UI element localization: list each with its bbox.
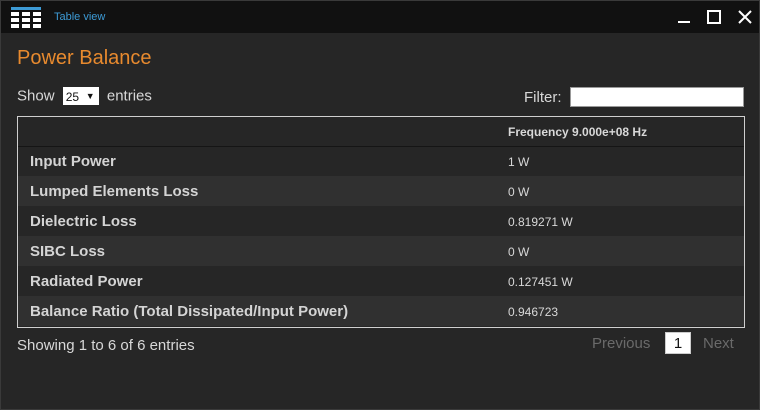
- row-value: 0 W: [508, 185, 529, 199]
- row-label: Lumped Elements Loss: [30, 183, 198, 200]
- table-row: Input Power 1 W: [18, 146, 744, 176]
- table-row: Lumped Elements Loss 0 W: [18, 176, 744, 206]
- entries-select[interactable]: 25 ▼: [63, 87, 99, 105]
- row-label: Input Power: [30, 153, 116, 170]
- window-title: Table view: [54, 11, 105, 23]
- table-row: Balance Ratio (Total Dissipated/Input Po…: [18, 296, 744, 326]
- row-value: 0.127451 W: [508, 275, 573, 289]
- table-header: Frequency 9.000e+08 Hz: [18, 117, 744, 147]
- dropdown-arrow-icon: ▼: [86, 87, 95, 105]
- table-row: Radiated Power 0.127451 W: [18, 266, 744, 296]
- previous-page-button[interactable]: Previous: [592, 335, 650, 352]
- filter-label: Filter:: [524, 89, 562, 106]
- content-area: Power Balance Show 25 ▼ entries Filter: …: [1, 33, 759, 405]
- row-value: 0.819271 W: [508, 215, 573, 229]
- close-icon[interactable]: [734, 7, 756, 27]
- entries-label: entries: [107, 88, 152, 105]
- table-row: SIBC Loss 0 W: [18, 236, 744, 266]
- row-label: Radiated Power: [30, 273, 143, 290]
- entries-select-value: 25: [66, 90, 79, 104]
- page-title: Power Balance: [17, 47, 152, 70]
- power-balance-table: Frequency 9.000e+08 Hz Input Power 1 W L…: [17, 116, 745, 328]
- row-value: 0 W: [508, 245, 529, 259]
- table-grid-icon: [11, 7, 41, 29]
- column-header-frequency[interactable]: Frequency 9.000e+08 Hz: [508, 125, 647, 139]
- row-label: Dielectric Loss: [30, 213, 137, 230]
- row-value: 0.946723: [508, 305, 558, 319]
- next-page-button[interactable]: Next: [703, 335, 734, 352]
- table-info: Showing 1 to 6 of 6 entries: [17, 337, 195, 354]
- row-value: 1 W: [508, 155, 529, 169]
- title-bar: Table view: [1, 1, 759, 33]
- filter-input[interactable]: [570, 87, 744, 107]
- table-view-window: Table view Power Balance Show 25 ▼ entri…: [0, 0, 760, 410]
- page-1-button[interactable]: 1: [665, 332, 691, 354]
- maximize-icon[interactable]: [703, 7, 725, 27]
- table-row: Dielectric Loss 0.819271 W: [18, 206, 744, 236]
- show-label: Show: [17, 88, 55, 105]
- minimize-icon[interactable]: [673, 7, 695, 27]
- row-label: SIBC Loss: [30, 243, 105, 260]
- row-label: Balance Ratio (Total Dissipated/Input Po…: [30, 303, 348, 320]
- entries-length-control: Show 25 ▼ entries: [17, 87, 152, 105]
